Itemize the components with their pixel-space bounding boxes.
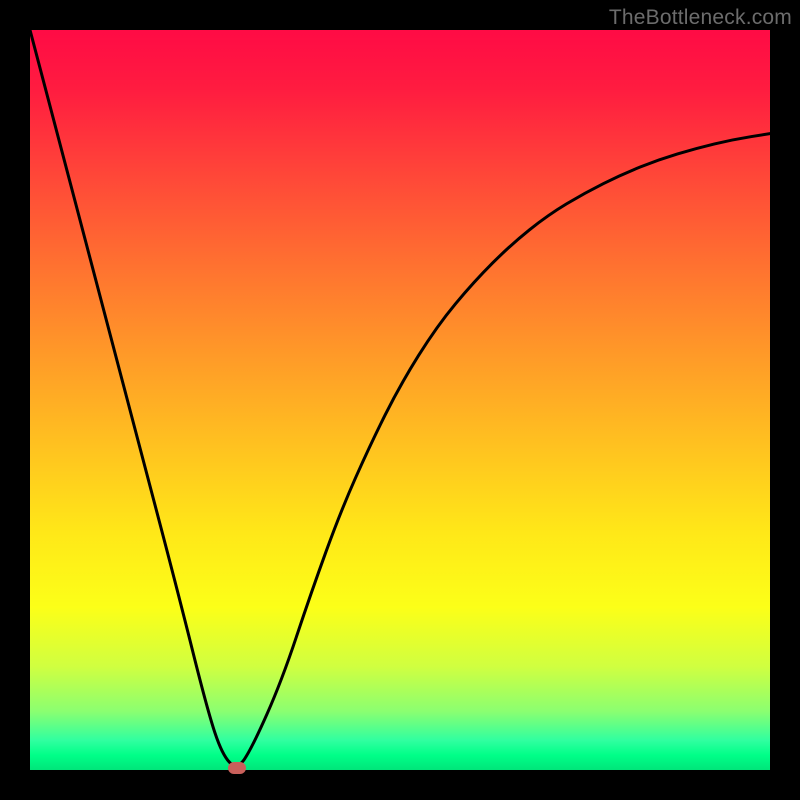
bottleneck-curve [30, 30, 770, 766]
curve-svg [30, 30, 770, 770]
plot-area [30, 30, 770, 770]
watermark-text: TheBottleneck.com [609, 6, 792, 30]
chart-frame: TheBottleneck.com [0, 0, 800, 800]
optimal-point-marker [228, 762, 246, 774]
